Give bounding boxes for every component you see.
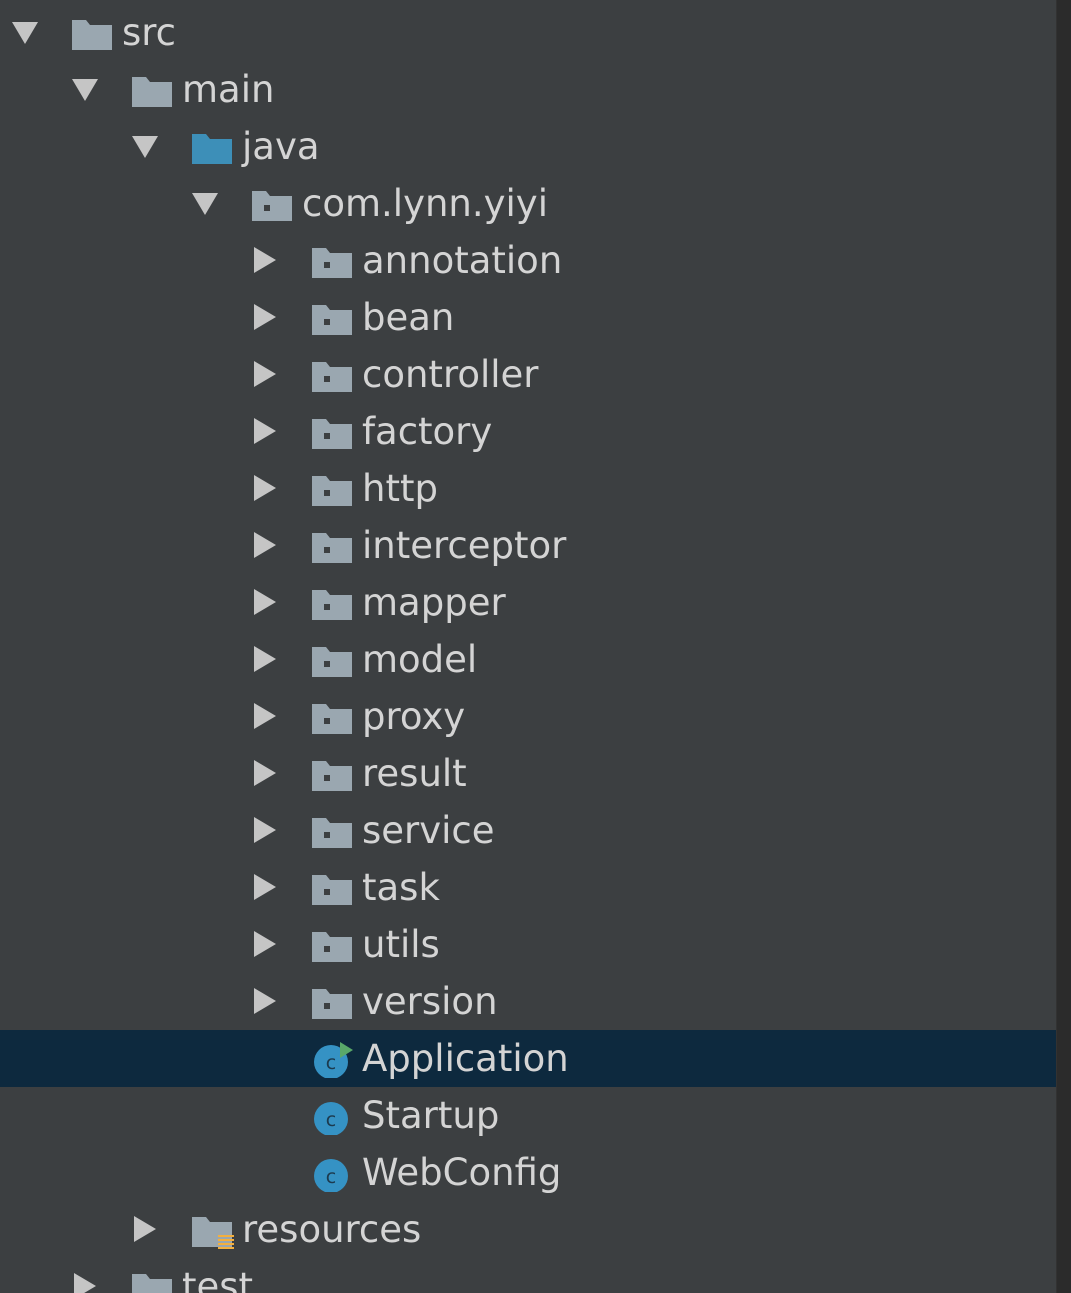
package-icon xyxy=(310,643,354,683)
tree-row-label: model xyxy=(362,638,478,681)
tree-row[interactable]: test xyxy=(0,1258,1056,1293)
package-icon xyxy=(310,871,354,911)
package-icon xyxy=(310,529,354,569)
package-icon xyxy=(250,187,294,227)
tree-row-label: result xyxy=(362,752,467,795)
package-icon xyxy=(310,415,354,455)
collapse-arrow-right-icon[interactable] xyxy=(254,646,276,672)
collapse-arrow-right-icon[interactable] xyxy=(254,247,276,273)
runnable-class-icon: c xyxy=(310,1042,354,1082)
folder-icon xyxy=(70,16,114,56)
collapse-arrow-right-icon[interactable] xyxy=(254,817,276,843)
tree-row-label: src xyxy=(122,11,177,54)
tree-row[interactable]: task xyxy=(0,859,1056,916)
project-tree-panel: src main java com.lynn.yiyi annotation bean co… xyxy=(0,0,1056,1293)
package-icon xyxy=(310,472,354,512)
collapse-arrow-right-icon[interactable] xyxy=(74,1273,96,1293)
expand-arrow-down-icon[interactable] xyxy=(132,136,158,158)
expand-arrow-down-icon[interactable] xyxy=(192,193,218,215)
tree-row-label: java xyxy=(242,125,320,168)
package-icon xyxy=(310,244,354,284)
tree-row-label: proxy xyxy=(362,695,466,738)
expand-arrow-down-icon[interactable] xyxy=(12,22,38,44)
class-icon: c xyxy=(310,1099,354,1139)
collapse-arrow-right-icon[interactable] xyxy=(254,760,276,786)
package-icon xyxy=(310,814,354,854)
tree-row[interactable]: service xyxy=(0,802,1056,859)
tree-row[interactable]: proxy xyxy=(0,688,1056,745)
package-icon xyxy=(310,757,354,797)
collapse-arrow-right-icon[interactable] xyxy=(254,418,276,444)
folder-icon xyxy=(130,73,174,113)
tree-row[interactable]: factory xyxy=(0,403,1056,460)
tree-row[interactable]: version xyxy=(0,973,1056,1030)
tree-row[interactable]: c Startup xyxy=(0,1087,1056,1144)
tree-row-label: task xyxy=(362,866,440,909)
tree-row[interactable]: main xyxy=(0,61,1056,118)
package-icon xyxy=(310,928,354,968)
collapse-arrow-right-icon[interactable] xyxy=(254,703,276,729)
source-folder-icon xyxy=(190,130,234,170)
class-icon: c xyxy=(310,1156,354,1196)
package-icon xyxy=(310,985,354,1025)
tree-row-label: annotation xyxy=(362,239,563,282)
tree-row[interactable]: bean xyxy=(0,289,1056,346)
tree-row-label: controller xyxy=(362,353,539,396)
tree-row[interactable]: resources xyxy=(0,1201,1056,1258)
collapse-arrow-right-icon[interactable] xyxy=(254,532,276,558)
package-icon xyxy=(310,358,354,398)
tree-row-label: mapper xyxy=(362,581,506,624)
tree-row[interactable]: java xyxy=(0,118,1056,175)
svg-text:c: c xyxy=(326,1166,336,1188)
tree-row[interactable]: http xyxy=(0,460,1056,517)
tree-row-label: test xyxy=(182,1265,254,1293)
svg-text:c: c xyxy=(326,1052,336,1074)
tree-row-label: resources xyxy=(242,1208,422,1251)
package-icon xyxy=(310,586,354,626)
collapse-arrow-right-icon[interactable] xyxy=(254,475,276,501)
package-icon xyxy=(310,700,354,740)
tree-row[interactable]: annotation xyxy=(0,232,1056,289)
folder-icon xyxy=(130,1270,174,1293)
tree-row-label: utils xyxy=(362,923,440,966)
tree-row[interactable]: com.lynn.yiyi xyxy=(0,175,1056,232)
tree-row[interactable]: model xyxy=(0,631,1056,688)
collapse-arrow-right-icon[interactable] xyxy=(134,1216,156,1242)
vertical-scrollbar[interactable] xyxy=(1056,0,1071,1293)
tree-row-label: main xyxy=(182,68,275,111)
resources-folder-icon xyxy=(190,1213,238,1257)
tree-row-label: service xyxy=(362,809,495,852)
tree-row-label: Application xyxy=(362,1037,569,1080)
tree-row-label: com.lynn.yiyi xyxy=(302,182,548,225)
collapse-arrow-right-icon[interactable] xyxy=(254,304,276,330)
package-icon xyxy=(310,301,354,341)
tree-row-label: factory xyxy=(362,410,493,453)
tree-row-label: version xyxy=(362,980,498,1023)
tree-row-label: bean xyxy=(362,296,455,339)
collapse-arrow-right-icon[interactable] xyxy=(254,931,276,957)
tree-row[interactable]: c Application xyxy=(0,1030,1056,1087)
collapse-arrow-right-icon[interactable] xyxy=(254,874,276,900)
tree-row-label: WebConfig xyxy=(362,1151,562,1194)
tree-row-label: Startup xyxy=(362,1094,500,1137)
tree-row[interactable]: utils xyxy=(0,916,1056,973)
tree-row[interactable]: c WebConfig xyxy=(0,1144,1056,1201)
tree-row[interactable]: mapper xyxy=(0,574,1056,631)
collapse-arrow-right-icon[interactable] xyxy=(254,589,276,615)
tree-row[interactable]: src xyxy=(0,4,1056,61)
expand-arrow-down-icon[interactable] xyxy=(72,79,98,101)
collapse-arrow-right-icon[interactable] xyxy=(254,988,276,1014)
tree-row-label: interceptor xyxy=(362,524,567,567)
collapse-arrow-right-icon[interactable] xyxy=(254,361,276,387)
svg-text:c: c xyxy=(326,1109,336,1131)
tree-row[interactable]: interceptor xyxy=(0,517,1056,574)
tree-row[interactable]: result xyxy=(0,745,1056,802)
tree-row-label: http xyxy=(362,467,438,510)
tree-row[interactable]: controller xyxy=(0,346,1056,403)
